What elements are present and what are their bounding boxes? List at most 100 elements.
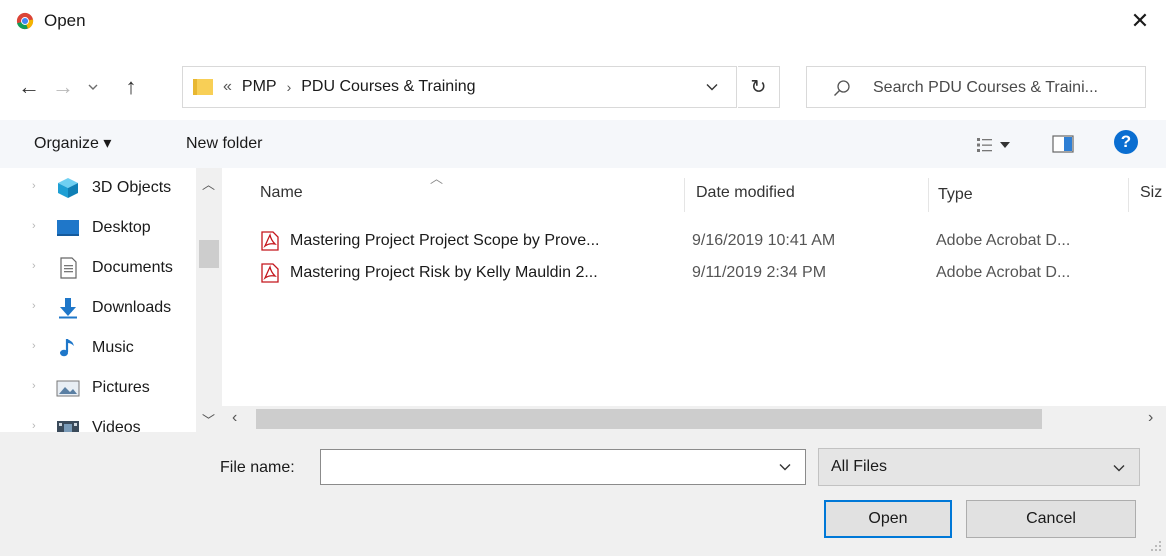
open-button[interactable]: Open — [824, 500, 952, 538]
nav-item-label: Downloads — [92, 299, 172, 316]
cancel-button[interactable]: Cancel — [966, 500, 1136, 538]
chevron-down-icon — [88, 84, 98, 90]
address-dropdown-button[interactable] — [698, 77, 726, 97]
preview-pane-icon[interactable] — [1052, 134, 1074, 154]
help-button[interactable]: ? — [1114, 130, 1138, 154]
expand-icon[interactable]: › — [32, 300, 36, 312]
chevron-down-icon — [706, 84, 718, 91]
up-button[interactable]: ↑ — [116, 72, 146, 102]
breadcrumb-item-pdu[interactable]: PDU Courses & Training — [301, 77, 475, 97]
file-date-modified: 9/11/2019 2:34 PM — [692, 264, 827, 281]
file-row[interactable]: Mastering Project Risk by Kelly Mauldin … — [250, 257, 1150, 289]
expand-icon[interactable]: › — [32, 380, 36, 392]
caret-down-icon — [1000, 142, 1010, 148]
organize-button[interactable]: Organize ▾ — [34, 133, 111, 155]
scroll-thumb[interactable] — [256, 409, 1042, 429]
help-icon: ? — [1120, 132, 1132, 151]
file-name-combobox[interactable] — [320, 449, 806, 485]
pdf-file-icon — [261, 263, 279, 283]
nav-item-label: Desktop — [92, 219, 151, 236]
downloads-icon — [59, 298, 77, 319]
scroll-down-icon[interactable]: ﹀ — [202, 410, 215, 429]
desktop-icon — [57, 220, 79, 236]
dialog-title: Open — [44, 11, 86, 30]
close-icon: ✕ — [1130, 8, 1150, 33]
expand-icon[interactable]: › — [32, 260, 36, 272]
refresh-icon: ↻ — [750, 76, 767, 98]
file-name-dropdown-button[interactable] — [775, 458, 795, 476]
nav-item-videos[interactable]: › Videos — [0, 408, 200, 432]
forward-button[interactable]: → — [48, 72, 78, 102]
refresh-button[interactable]: ↻ — [738, 66, 780, 108]
arrow-up-icon: ↑ — [125, 74, 137, 99]
scroll-left-icon[interactable]: ‹ — [232, 409, 237, 427]
nav-item-label: Videos — [92, 419, 141, 432]
scroll-up-icon[interactable]: ︿ — [202, 174, 215, 193]
file-date-modified: 9/16/2019 10:41 AM — [692, 232, 836, 249]
arrow-left-icon: ← — [18, 74, 40, 99]
music-icon — [60, 339, 74, 357]
chrome-icon — [16, 12, 34, 30]
scroll-thumb[interactable] — [199, 240, 219, 268]
3d-objects-icon — [58, 178, 78, 198]
back-button[interactable]: ← — [14, 72, 44, 102]
file-type-dropdown-button[interactable] — [1109, 459, 1129, 477]
expand-icon[interactable]: › — [32, 220, 36, 232]
column-divider[interactable] — [684, 178, 685, 212]
column-header-size[interactable]: Siz — [1140, 180, 1162, 206]
videos-icon — [57, 421, 79, 432]
sort-ascending-icon: ︿ — [430, 171, 444, 186]
expand-icon[interactable]: › — [32, 180, 36, 192]
expand-icon[interactable]: › — [32, 340, 36, 352]
nav-scrollbar[interactable]: ︿ ﹀ — [196, 168, 222, 432]
navigation-pane[interactable]: › 3D Objects › Desktop › Documents › Dow… — [0, 168, 222, 432]
nav-item-label: Music — [92, 339, 134, 356]
breadcrumb-separator-icon[interactable]: › — [287, 77, 292, 97]
folder-icon — [193, 79, 213, 95]
breadcrumb-item-pmp[interactable]: PMP — [242, 77, 277, 97]
column-divider[interactable] — [928, 178, 929, 212]
address-bar[interactable]: « PMP › PDU Courses & Training — [182, 66, 737, 108]
file-name: Mastering Project Risk by Kelly Mauldin … — [290, 264, 598, 281]
file-name-input[interactable] — [327, 457, 767, 477]
nav-item-documents[interactable]: › Documents — [0, 248, 200, 288]
file-list-horizontal-scrollbar[interactable]: ‹ › — [222, 406, 1166, 432]
recent-locations-button[interactable] — [82, 72, 104, 102]
file-type: Adobe Acrobat D... — [936, 264, 1071, 281]
file-name: Mastering Project Project Scope by Prove… — [290, 232, 600, 249]
resize-grip-icon[interactable] — [1150, 540, 1162, 552]
nav-item-pictures[interactable]: › Pictures — [0, 368, 200, 408]
arrow-right-icon: → — [52, 74, 74, 99]
file-row[interactable]: Mastering Project Project Scope by Prove… — [250, 225, 1150, 257]
column-header-name[interactable]: Name — [260, 180, 303, 206]
nav-item-music[interactable]: › Music — [0, 328, 200, 368]
file-type-filter-value: All Files — [831, 458, 888, 475]
chevron-down-icon — [779, 464, 791, 471]
documents-icon — [60, 257, 77, 279]
scroll-right-icon[interactable]: › — [1148, 409, 1153, 427]
nav-item-desktop[interactable]: › Desktop — [0, 208, 200, 248]
search-input[interactable] — [873, 77, 1143, 99]
new-folder-button[interactable]: New folder — [186, 133, 262, 155]
nav-item-3d-objects[interactable]: › 3D Objects — [0, 168, 200, 208]
pictures-icon — [56, 380, 80, 397]
chevron-down-icon — [1113, 465, 1125, 472]
nav-item-label: Documents — [92, 259, 173, 276]
close-button[interactable]: ✕ — [1120, 4, 1160, 38]
column-header-date-modified[interactable]: Date modified — [696, 180, 795, 206]
breadcrumb-overflow[interactable]: « — [223, 77, 232, 97]
search-icon — [834, 80, 850, 96]
nav-item-downloads[interactable]: › Downloads — [0, 288, 200, 328]
file-type-filter-select[interactable]: All Files — [818, 448, 1140, 486]
column-divider[interactable] — [1128, 178, 1129, 212]
search-box[interactable] — [806, 66, 1146, 108]
expand-icon[interactable]: › — [32, 420, 36, 432]
pdf-file-icon — [261, 231, 279, 251]
nav-item-label: 3D Objects — [92, 179, 172, 196]
details-view-icon — [977, 138, 992, 152]
nav-item-label: Pictures — [92, 379, 150, 396]
change-view-button[interactable] — [976, 132, 1026, 158]
column-header-type[interactable]: Type — [938, 182, 973, 208]
breadcrumb: « PMP › PDU Courses & Training — [223, 77, 476, 97]
title-bar — [0, 0, 1166, 44]
